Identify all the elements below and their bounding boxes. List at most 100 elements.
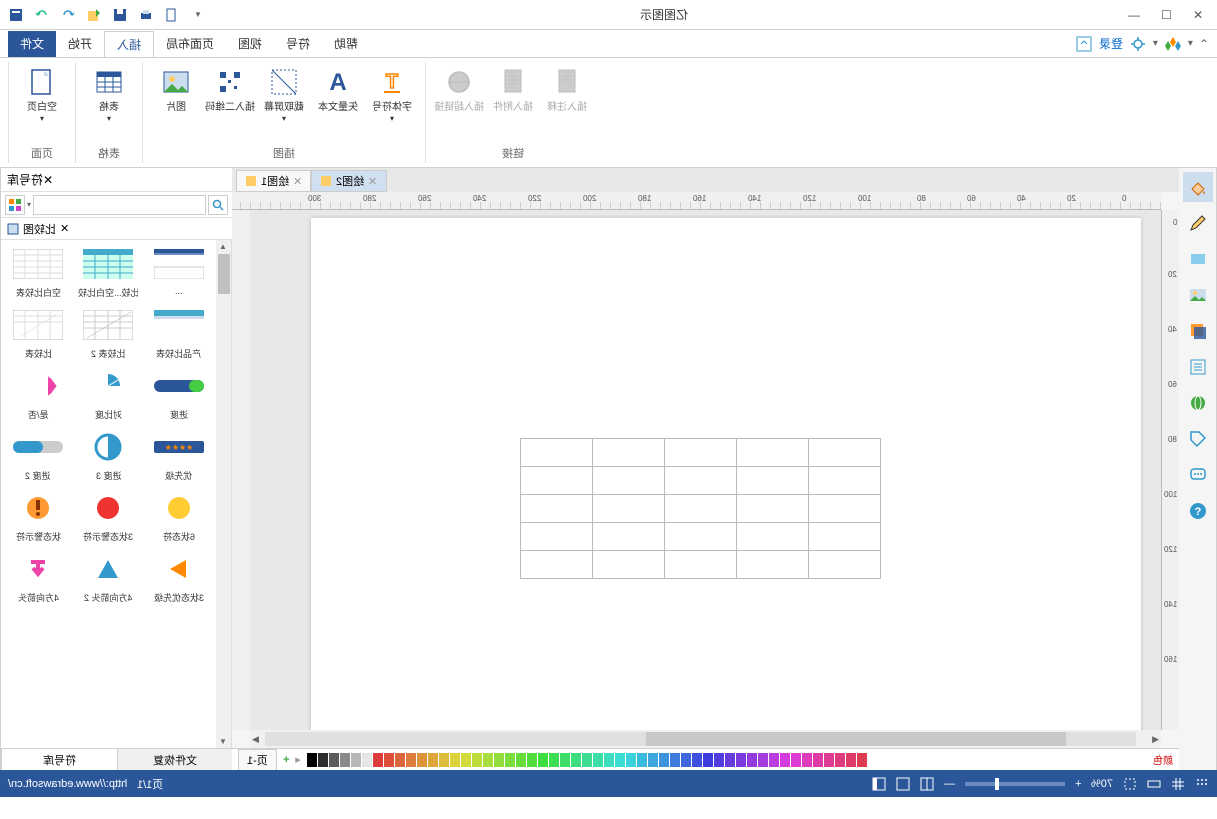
tab-view[interactable]: 视图 [226,31,274,57]
symbol-item[interactable]: 进度 3 [77,429,139,482]
color-swatch[interactable] [373,753,383,767]
image-icon[interactable] [1183,280,1213,310]
color-swatch[interactable] [549,753,559,767]
fit-page-icon[interactable] [1123,777,1137,791]
color-swatch[interactable] [505,753,515,767]
color-swatch[interactable] [857,753,867,767]
color-swatch[interactable] [846,753,856,767]
color-swatch[interactable] [362,753,372,767]
symbol-item[interactable]: 对比度 [77,368,139,421]
fit-width-icon[interactable] [1147,777,1161,791]
symbol-search-input[interactable] [33,195,206,215]
color-swatch[interactable] [813,753,823,767]
ribbon-comment[interactable]: 插入注释 [542,62,592,143]
symbol-item[interactable]: 4方向箭头 2 [77,551,139,604]
ribbon-table[interactable]: 表格▾ [84,62,134,143]
symbol-item[interactable]: 4方向箭头 [7,551,69,604]
zoom-level[interactable]: 70% [1091,778,1113,790]
doc-tab[interactable]: 绘图1✕ [236,170,311,192]
color-swatch[interactable] [417,753,427,767]
close-icon[interactable]: ✕ [43,173,53,187]
symbol-item[interactable]: ... [148,246,210,299]
color-swatch[interactable] [395,753,405,767]
tab-file[interactable]: 文件 [8,31,56,57]
symbol-item[interactable]: 3状态优先级 [148,551,210,604]
color-swatch[interactable] [483,753,493,767]
color-swatch[interactable] [340,753,350,767]
color-swatch[interactable] [384,753,394,767]
pen-icon[interactable] [1183,208,1213,238]
color-swatch[interactable] [681,753,691,767]
view-mode-icon[interactable] [872,777,886,791]
color-swatch[interactable] [439,753,449,767]
color-swatch[interactable] [351,753,361,767]
library-icon[interactable] [5,195,25,215]
color-swatch[interactable] [703,753,713,767]
color-swatch[interactable] [648,753,658,767]
login-link[interactable]: 登录 [1099,35,1123,52]
color-swatch[interactable] [791,753,801,767]
list-icon[interactable] [1183,352,1213,382]
share-icon[interactable] [1075,35,1093,53]
rectangle-icon[interactable] [1183,244,1213,274]
status-url[interactable]: http://www.edrawsoft.cn/ [8,778,127,790]
color-swatch[interactable] [725,753,735,767]
doc-tab[interactable]: 绘图2✕ [311,170,386,192]
ruler-vertical[interactable]: 0 20 40 60 80 100 120 140 160 [1161,210,1179,730]
tab-help[interactable]: 帮助 [322,31,370,57]
color-swatch[interactable] [406,753,416,767]
close-icon[interactable]: ✕ [60,222,69,235]
color-swatch[interactable] [637,753,647,767]
zoom-in-button[interactable]: + [1075,778,1081,790]
symbol-item[interactable]: 3状态警示符 [77,490,139,543]
vertical-scrollbar[interactable] [232,210,250,730]
qat-print-icon[interactable] [135,4,157,26]
search-icon[interactable] [208,195,228,215]
color-swatch[interactable] [527,753,537,767]
tab-pagelayout[interactable]: 页面布局 [154,31,226,57]
color-palette[interactable] [307,753,1147,767]
color-swatch[interactable] [626,753,636,767]
symbol-item[interactable]: 进度 [148,368,210,421]
symbol-item[interactable]: 空白比较...空白比较 [77,246,139,299]
color-swatch[interactable] [516,753,526,767]
canvas-viewport[interactable] [250,210,1161,730]
color-swatch[interactable] [593,753,603,767]
symbol-item[interactable]: 产品比较表 [148,307,210,360]
qat-file-icon[interactable] [5,4,27,26]
color-swatch[interactable] [329,753,339,767]
qat-save-icon[interactable] [109,4,131,26]
color-swatch[interactable] [802,753,812,767]
close-icon[interactable]: ✕ [293,175,302,188]
close-button[interactable]: ✕ [1184,5,1212,25]
color-swatch[interactable] [318,753,328,767]
close-icon[interactable]: ✕ [368,175,377,188]
ribbon-qrcode[interactable]: 插入二维码 [205,62,255,143]
gear-icon[interactable] [1129,35,1147,53]
table-shape[interactable] [520,438,881,579]
dots-icon[interactable] [1195,777,1209,791]
ribbon-picture[interactable]: 图片 [151,62,201,143]
color-swatch[interactable] [582,753,592,767]
minimize-button[interactable]: — [1120,5,1148,25]
color-swatch[interactable] [736,753,746,767]
color-swatch[interactable] [670,753,680,767]
view-mode-icon[interactable] [896,777,910,791]
color-swatch[interactable] [835,753,845,767]
symbol-item[interactable]: 进度 2 [7,429,69,482]
color-swatch[interactable] [560,753,570,767]
qat-undo-icon[interactable] [31,4,53,26]
qat-export-icon[interactable] [83,4,105,26]
symbol-item[interactable]: 比较表 [7,307,69,360]
color-swatch[interactable] [780,753,790,767]
ruler-horizontal[interactable]: 0 20 40 60 80 100 120 140 160 180 200 22… [232,192,1161,210]
symbol-item[interactable]: 状态警示符 [7,490,69,543]
color-swatch[interactable] [747,753,757,767]
globe-icon[interactable] [1183,388,1213,418]
tag-icon[interactable] [1183,424,1213,454]
symbol-tab-library[interactable]: 符号库 [1,749,117,770]
color-swatch[interactable] [472,753,482,767]
color-swatch[interactable] [659,753,669,767]
color-swatch[interactable] [692,753,702,767]
symbol-category-header[interactable]: 比较图 ✕ [1,218,232,240]
